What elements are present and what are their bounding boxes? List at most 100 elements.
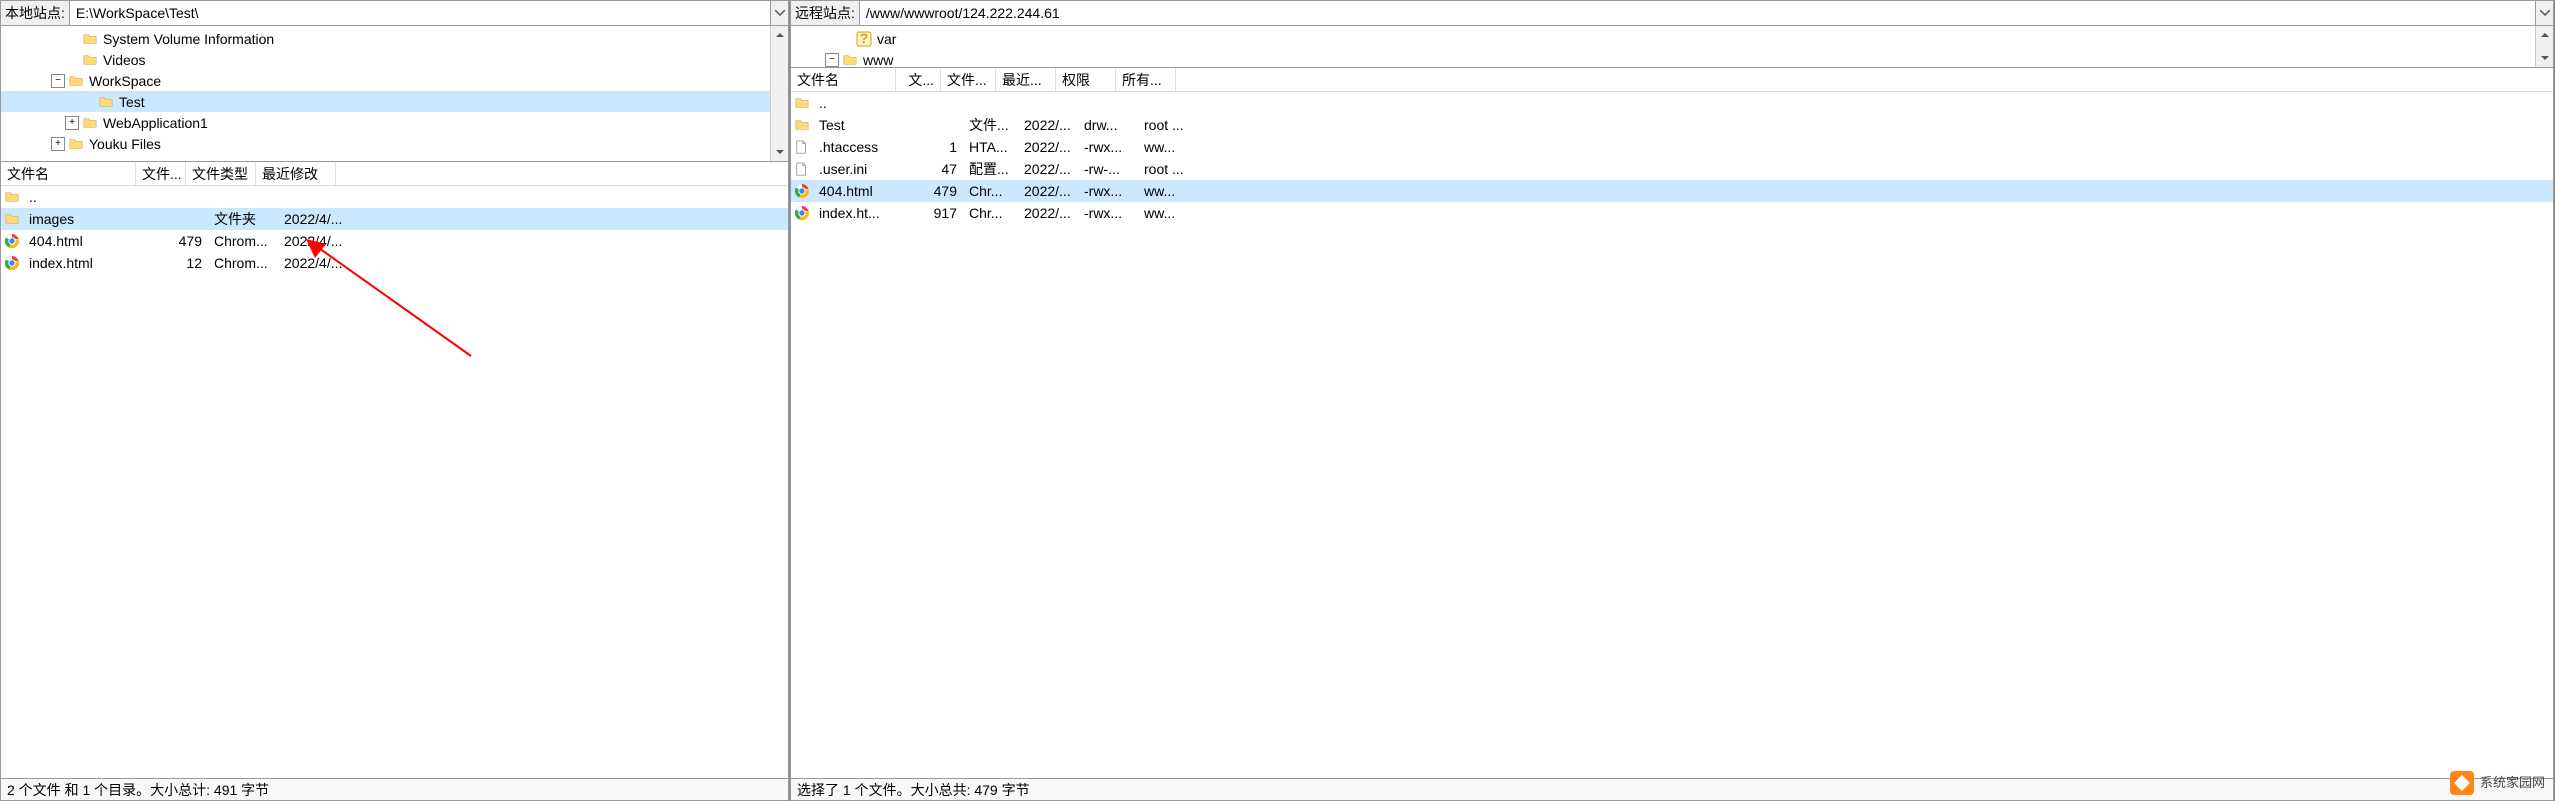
col-modified[interactable]: 最近... — [996, 68, 1056, 91]
scroll-up-icon[interactable] — [771, 26, 788, 44]
scroll-down-icon[interactable] — [771, 143, 788, 161]
remote-tree-scrollbar[interactable] — [2535, 26, 2553, 67]
col-modified[interactable]: 最近修改 — [256, 162, 336, 185]
cell-permissions: -rwx... — [1078, 205, 1138, 221]
local-path-input[interactable] — [70, 1, 770, 25]
tree-item-label: var — [877, 31, 896, 47]
cell-filename: Test — [813, 117, 918, 133]
tree-item[interactable]: Videos — [1, 49, 788, 70]
col-permissions[interactable]: 权限 — [1056, 68, 1116, 91]
remote-path-input[interactable] — [860, 1, 2535, 25]
col-filetype[interactable]: 文件类型 — [186, 162, 256, 185]
tree-item-label: WebApplication1 — [103, 115, 208, 131]
col-filesize[interactable]: 文件... — [136, 162, 186, 185]
expand-icon[interactable]: + — [65, 116, 79, 130]
local-site-label: 本地站点: — [1, 1, 70, 25]
col-filename[interactable]: 文件名 — [791, 68, 896, 91]
local-pane: 本地站点: System Volume Information Videos − Wo… — [0, 0, 790, 801]
file-icon — [793, 139, 811, 155]
tree-item[interactable]: + Youku Files — [1, 133, 788, 154]
list-item[interactable]: .user.ini47配置...2022/...-rw-...root ... — [791, 158, 2553, 180]
cell-filesize: 1 — [918, 139, 963, 155]
col-filename[interactable]: 文件名 — [1, 162, 136, 185]
local-path-dropdown[interactable] — [770, 1, 788, 25]
cell-modified: 2022/... — [1018, 183, 1078, 199]
collapse-icon[interactable]: − — [51, 74, 65, 88]
tree-item[interactable]: Test — [1, 91, 788, 112]
cell-modified: 2022/4/... — [278, 211, 358, 227]
remote-status-bar: 选择了 1 个文件。大小总共: 479 字节 — [790, 779, 2554, 801]
cell-modified: 2022/4/... — [278, 233, 358, 249]
col-filetype[interactable]: 文件... — [941, 68, 996, 91]
cell-owner: ww... — [1138, 183, 1198, 199]
chrome-icon — [793, 183, 811, 199]
cell-filesize: 12 — [158, 255, 208, 271]
list-item[interactable]: index.html12Chrom...2022/4/... — [1, 252, 788, 274]
tree-item[interactable]: − www — [791, 49, 2553, 68]
scroll-up-icon[interactable] — [2536, 26, 2553, 44]
tree-item-label: Videos — [103, 52, 146, 68]
cell-filesize: 917 — [918, 205, 963, 221]
col-owner[interactable]: 所有... — [1116, 68, 1176, 91]
folder-icon — [81, 31, 99, 47]
cell-filetype: 文件夹 — [208, 209, 278, 229]
folder-icon — [793, 117, 811, 133]
cell-permissions: -rwx... — [1078, 183, 1138, 199]
list-item[interactable]: .. — [791, 92, 2553, 114]
cell-filename: index.ht... — [813, 205, 918, 221]
list-item[interactable]: index.ht...917Chr...2022/...-rwx...ww... — [791, 202, 2553, 224]
cell-permissions: drw... — [1078, 117, 1138, 133]
tree-item-label: Youku Files — [89, 136, 161, 152]
list-item[interactable]: .. — [1, 186, 788, 208]
cell-modified: 2022/4/... — [278, 255, 358, 271]
cell-owner: root ... — [1138, 117, 1198, 133]
cell-filesize: 479 — [918, 183, 963, 199]
chrome-icon — [3, 255, 21, 271]
cell-filename: .htaccess — [813, 139, 918, 155]
col-filesize[interactable]: 文... — [896, 68, 941, 91]
list-item[interactable]: .htaccess1HTA...2022/...-rwx...ww... — [791, 136, 2553, 158]
watermark: 系统家园网 — [2450, 771, 2545, 795]
remote-pane: 远程站点: var − www 文件名 文... 文件... 最近... 权限 所有… — [790, 0, 2555, 801]
cell-filetype: Chr... — [963, 183, 1018, 199]
tree-item-label: Test — [119, 94, 145, 110]
remote-site-label: 远程站点: — [791, 1, 860, 25]
local-status-bar: 2 个文件 和 1 个目录。大小总计: 491 字节 — [0, 779, 789, 801]
cell-filetype: 文件... — [963, 115, 1018, 135]
cell-filetype: HTA... — [963, 139, 1018, 155]
local-pathbar: 本地站点: — [0, 0, 789, 26]
cell-filename: 404.html — [23, 233, 158, 249]
question-icon — [855, 31, 873, 47]
tree-item-label: WorkSpace — [89, 73, 161, 89]
tree-item-label: www — [863, 52, 893, 68]
cell-filename: 404.html — [813, 183, 918, 199]
cell-filetype: 配置... — [963, 159, 1018, 179]
remote-file-list: 文件名 文... 文件... 最近... 权限 所有... .. Test 文件..… — [790, 68, 2554, 779]
local-tree-scrollbar[interactable] — [770, 26, 788, 161]
scroll-down-icon[interactable] — [2536, 49, 2553, 67]
list-item[interactable]: images文件夹2022/4/... — [1, 208, 788, 230]
cell-permissions: -rw-... — [1078, 161, 1138, 177]
list-item[interactable]: Test文件...2022/...drw...root ... — [791, 114, 2553, 136]
list-item[interactable]: 404.html479Chr...2022/...-rwx...ww... — [791, 180, 2553, 202]
tree-item[interactable]: − WorkSpace — [1, 70, 788, 91]
list-item[interactable]: 404.html479Chrom...2022/4/... — [1, 230, 788, 252]
cell-filetype: Chr... — [963, 205, 1018, 221]
cell-filename: .. — [23, 189, 158, 205]
expand-icon[interactable]: + — [51, 137, 65, 151]
folder-icon — [67, 73, 85, 89]
cell-owner: ww... — [1138, 139, 1198, 155]
cell-filename: index.html — [23, 255, 158, 271]
cell-filetype: Chrom... — [208, 233, 278, 249]
remote-path-dropdown[interactable] — [2535, 1, 2553, 25]
remote-tree: var − www — [790, 26, 2554, 68]
folder-icon — [97, 94, 115, 110]
tree-item[interactable]: System Volume Information — [1, 28, 788, 49]
folder-icon — [841, 52, 859, 68]
cell-owner: root ... — [1138, 161, 1198, 177]
tree-item[interactable]: var — [791, 28, 2553, 49]
cell-filename: .. — [813, 95, 918, 111]
tree-item[interactable]: + WebApplication1 — [1, 112, 788, 133]
remote-list-header: 文件名 文... 文件... 最近... 权限 所有... — [791, 68, 2553, 92]
collapse-icon[interactable]: − — [825, 53, 839, 67]
